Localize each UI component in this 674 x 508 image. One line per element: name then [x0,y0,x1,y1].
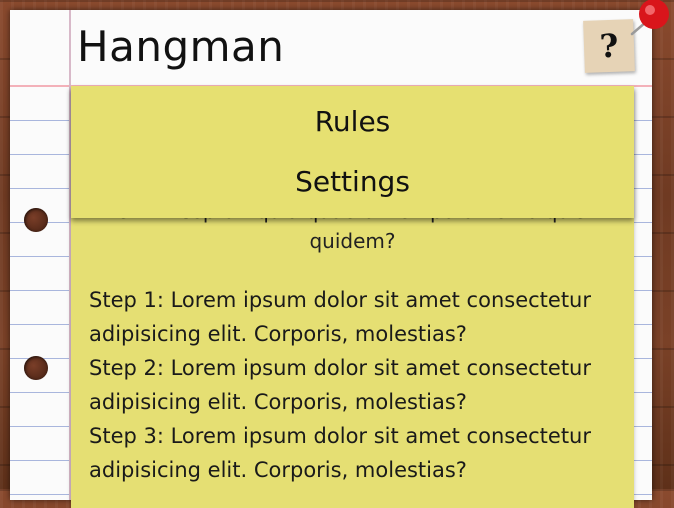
binder-hole [24,356,48,380]
dropdown-menu: Rules Settings [71,86,634,218]
rule-step: Step 2: Lorem ipsum dolor sit amet conse… [89,356,592,414]
app-title: Hangman [77,22,285,71]
rule-step: Step 1: Lorem ipsum dolor sit amet conse… [89,288,592,346]
menu-item-settings[interactable]: Settings [71,152,634,212]
push-pin-icon [630,0,669,36]
binder-hole [24,208,48,232]
rule-step: Step 3: Lorem ipsum dolor sit amet conse… [89,424,592,482]
menu-item-rules[interactable]: Rules [71,92,634,152]
rules-steps: Step 1: Lorem ipsum dolor sit amet conse… [89,283,616,487]
question-mark-icon: ? [598,26,620,66]
